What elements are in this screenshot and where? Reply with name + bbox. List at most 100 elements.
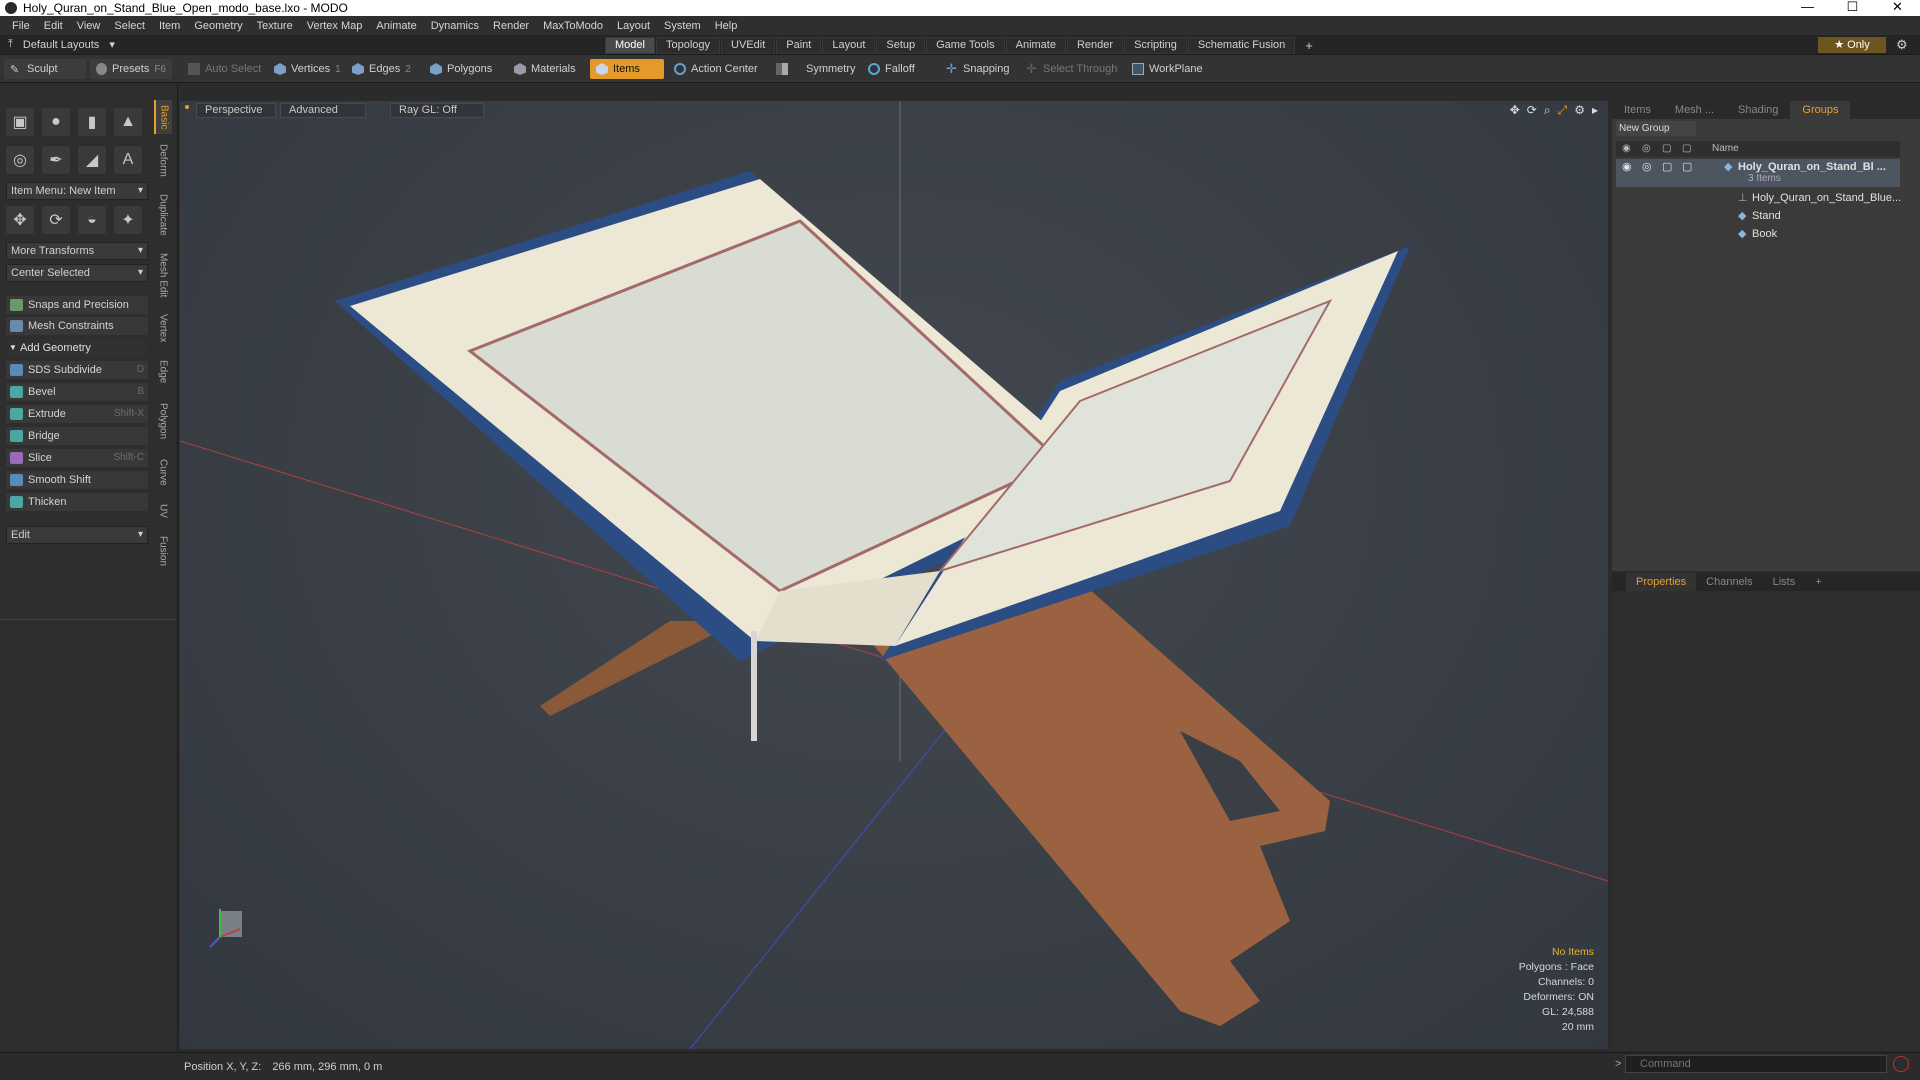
layout-selector[interactable]: ⤒ Default Layouts ▾ xyxy=(8,38,115,51)
group-child-row[interactable]: ◆ Book xyxy=(1616,226,1900,243)
torus-icon[interactable]: ◎ xyxy=(6,146,34,174)
tab-mesh[interactable]: Mesh ... xyxy=(1663,101,1726,119)
command-input[interactable] xyxy=(1625,1055,1887,1073)
edges-button[interactable]: Edges 2 xyxy=(346,59,417,79)
cube-icon[interactable]: ▣ xyxy=(6,108,34,136)
perspective-button[interactable]: Perspective xyxy=(196,103,276,118)
vtab-polygon[interactable]: Polygon xyxy=(154,398,172,444)
tab-game-tools[interactable]: Game Tools xyxy=(926,37,1005,54)
gear-icon[interactable]: ⚙ xyxy=(1896,37,1908,53)
smooth-shift-button[interactable]: Smooth Shift xyxy=(6,471,148,489)
zoom-icon[interactable]: ⌕ xyxy=(1544,103,1551,118)
polygons-button[interactable]: Polygons xyxy=(424,59,498,79)
vtab-fusion[interactable]: Fusion xyxy=(154,532,172,570)
tab-items[interactable]: Items xyxy=(1612,101,1663,119)
select-through-button[interactable]: ✛ Select Through xyxy=(1020,59,1123,79)
action-center-button[interactable]: Action Center xyxy=(668,59,764,79)
pen-tool-icon[interactable]: ✒ xyxy=(42,146,70,174)
add-geometry-section[interactable]: ▼ Add Geometry xyxy=(6,339,148,357)
settings-icon[interactable]: ⚙ xyxy=(1574,103,1585,118)
tab-properties[interactable]: Properties xyxy=(1626,573,1697,591)
vtab-duplicate[interactable]: Duplicate xyxy=(154,190,172,240)
3d-viewport[interactable]: No Items Polygons : Face Channels: 0 Def… xyxy=(180,101,1608,1049)
menu-geometry[interactable]: Geometry xyxy=(187,20,249,32)
menu-select[interactable]: Select xyxy=(107,20,152,32)
tab-schematic-fusion[interactable]: Schematic Fusion xyxy=(1187,37,1296,54)
add-panel-tab-button[interactable]: + xyxy=(1805,573,1831,591)
add-tab-button[interactable]: + xyxy=(1296,37,1322,54)
menu-edit[interactable]: Edit xyxy=(37,20,70,32)
text-tool-icon[interactable]: A xyxy=(114,146,142,174)
menu-layout[interactable]: Layout xyxy=(610,20,657,32)
snapping-button[interactable]: ✛ Snapping xyxy=(940,59,1016,79)
group-child-row[interactable]: ⊥ Holy_Quran_on_Stand_Blue... xyxy=(1616,190,1901,207)
sds-subdivide-button[interactable]: SDS Subdivide D xyxy=(6,361,148,379)
tab-model[interactable]: Model xyxy=(605,37,655,54)
minimize-button[interactable]: — xyxy=(1785,0,1830,16)
tab-uvedit[interactable]: UVEdit xyxy=(721,37,776,54)
advanced-button[interactable]: Advanced xyxy=(280,103,366,118)
tab-shading[interactable]: Shading xyxy=(1726,101,1790,119)
tab-topology[interactable]: Topology xyxy=(655,37,721,54)
bridge-button[interactable]: Bridge xyxy=(6,427,148,445)
orbit-icon[interactable]: ⟳ xyxy=(1527,103,1537,118)
group-child-row[interactable]: ◆ Stand xyxy=(1616,208,1900,225)
visibility-eye-icon[interactable]: ◉ xyxy=(1622,159,1632,176)
menu-system[interactable]: System xyxy=(657,20,708,32)
tab-scripting[interactable]: Scripting xyxy=(1124,37,1187,54)
play-icon[interactable]: ▸ xyxy=(1592,103,1598,118)
mesh-constraints-button[interactable]: Mesh Constraints xyxy=(6,317,148,335)
tab-layout[interactable]: Layout xyxy=(822,37,876,54)
tab-lists[interactable]: Lists xyxy=(1763,573,1806,591)
menu-vertex-map[interactable]: Vertex Map xyxy=(300,20,370,32)
menu-file[interactable]: File xyxy=(5,20,37,32)
slice-button[interactable]: Slice Shift-C xyxy=(6,449,148,467)
thicken-button[interactable]: Thicken xyxy=(6,493,148,511)
maximize-button[interactable]: ☐ xyxy=(1830,0,1875,16)
menu-dynamics[interactable]: Dynamics xyxy=(424,20,486,32)
rotate-icon[interactable]: ⟳ xyxy=(42,206,70,234)
menu-help[interactable]: Help xyxy=(708,20,745,32)
bevel-button[interactable]: Bevel B xyxy=(6,383,148,401)
items-button[interactable]: Items xyxy=(590,59,664,79)
tab-setup[interactable]: Setup xyxy=(876,37,926,54)
edit-dropdown[interactable]: Edit xyxy=(6,526,148,544)
menu-view[interactable]: View xyxy=(70,20,108,32)
close-button[interactable]: ✕ xyxy=(1875,0,1920,16)
presets-button[interactable]: Presets F6 xyxy=(90,59,172,79)
vtab-mesh-edit[interactable]: Mesh Edit xyxy=(154,250,172,300)
cylinder-icon[interactable]: ▮ xyxy=(78,108,106,136)
command-history-icon[interactable] xyxy=(1893,1056,1909,1072)
scale-icon[interactable]: ◒ xyxy=(78,206,106,234)
tab-paint[interactable]: Paint xyxy=(776,37,822,54)
cone-icon[interactable]: ▲ xyxy=(114,108,142,136)
vtab-vertex[interactable]: Vertex xyxy=(154,310,172,346)
select-toggle-icon[interactable]: ▢ xyxy=(1682,159,1692,176)
sculpt-button[interactable]: ✎ Sculpt xyxy=(4,59,86,79)
center-selected-dropdown[interactable]: Center Selected xyxy=(6,264,148,282)
menu-render[interactable]: Render xyxy=(486,20,536,32)
pan-icon[interactable]: ✥ xyxy=(1510,103,1520,118)
vtab-uv[interactable]: UV xyxy=(154,500,172,522)
sphere-icon[interactable]: ● xyxy=(42,108,70,136)
menu-animate[interactable]: Animate xyxy=(369,20,423,32)
auto-select-button[interactable]: Auto Select xyxy=(182,59,267,79)
tube-icon[interactable]: ◢ xyxy=(78,146,106,174)
render-toggle-icon[interactable]: ◎ xyxy=(1642,159,1652,176)
more-transforms-dropdown[interactable]: More Transforms xyxy=(6,242,148,260)
tab-animate[interactable]: Animate xyxy=(1005,37,1066,54)
falloff-button[interactable]: Falloff xyxy=(862,59,921,79)
vtab-deform[interactable]: Deform xyxy=(154,140,172,180)
lock-toggle-icon[interactable]: ▢ xyxy=(1662,159,1672,176)
transform-icon[interactable]: ✦ xyxy=(114,206,142,234)
move-icon[interactable]: ✥ xyxy=(6,206,34,234)
tab-groups[interactable]: Groups xyxy=(1790,101,1851,119)
menu-item[interactable]: Item xyxy=(152,20,187,32)
tab-channels[interactable]: Channels xyxy=(1696,573,1762,591)
menu-maxtomodo[interactable]: MaxToModo xyxy=(536,20,610,32)
extrude-button[interactable]: Extrude Shift-X xyxy=(6,405,148,423)
only-toggle-button[interactable]: ★ Only xyxy=(1818,37,1886,53)
vtab-curve[interactable]: Curve xyxy=(154,454,172,490)
group-row[interactable]: ◉ ◎ ▢ ▢ ◆ Holy_Quran_on_Stand_Bl ... 3 I… xyxy=(1616,159,1900,187)
vtab-basic[interactable]: Basic xyxy=(154,100,172,134)
